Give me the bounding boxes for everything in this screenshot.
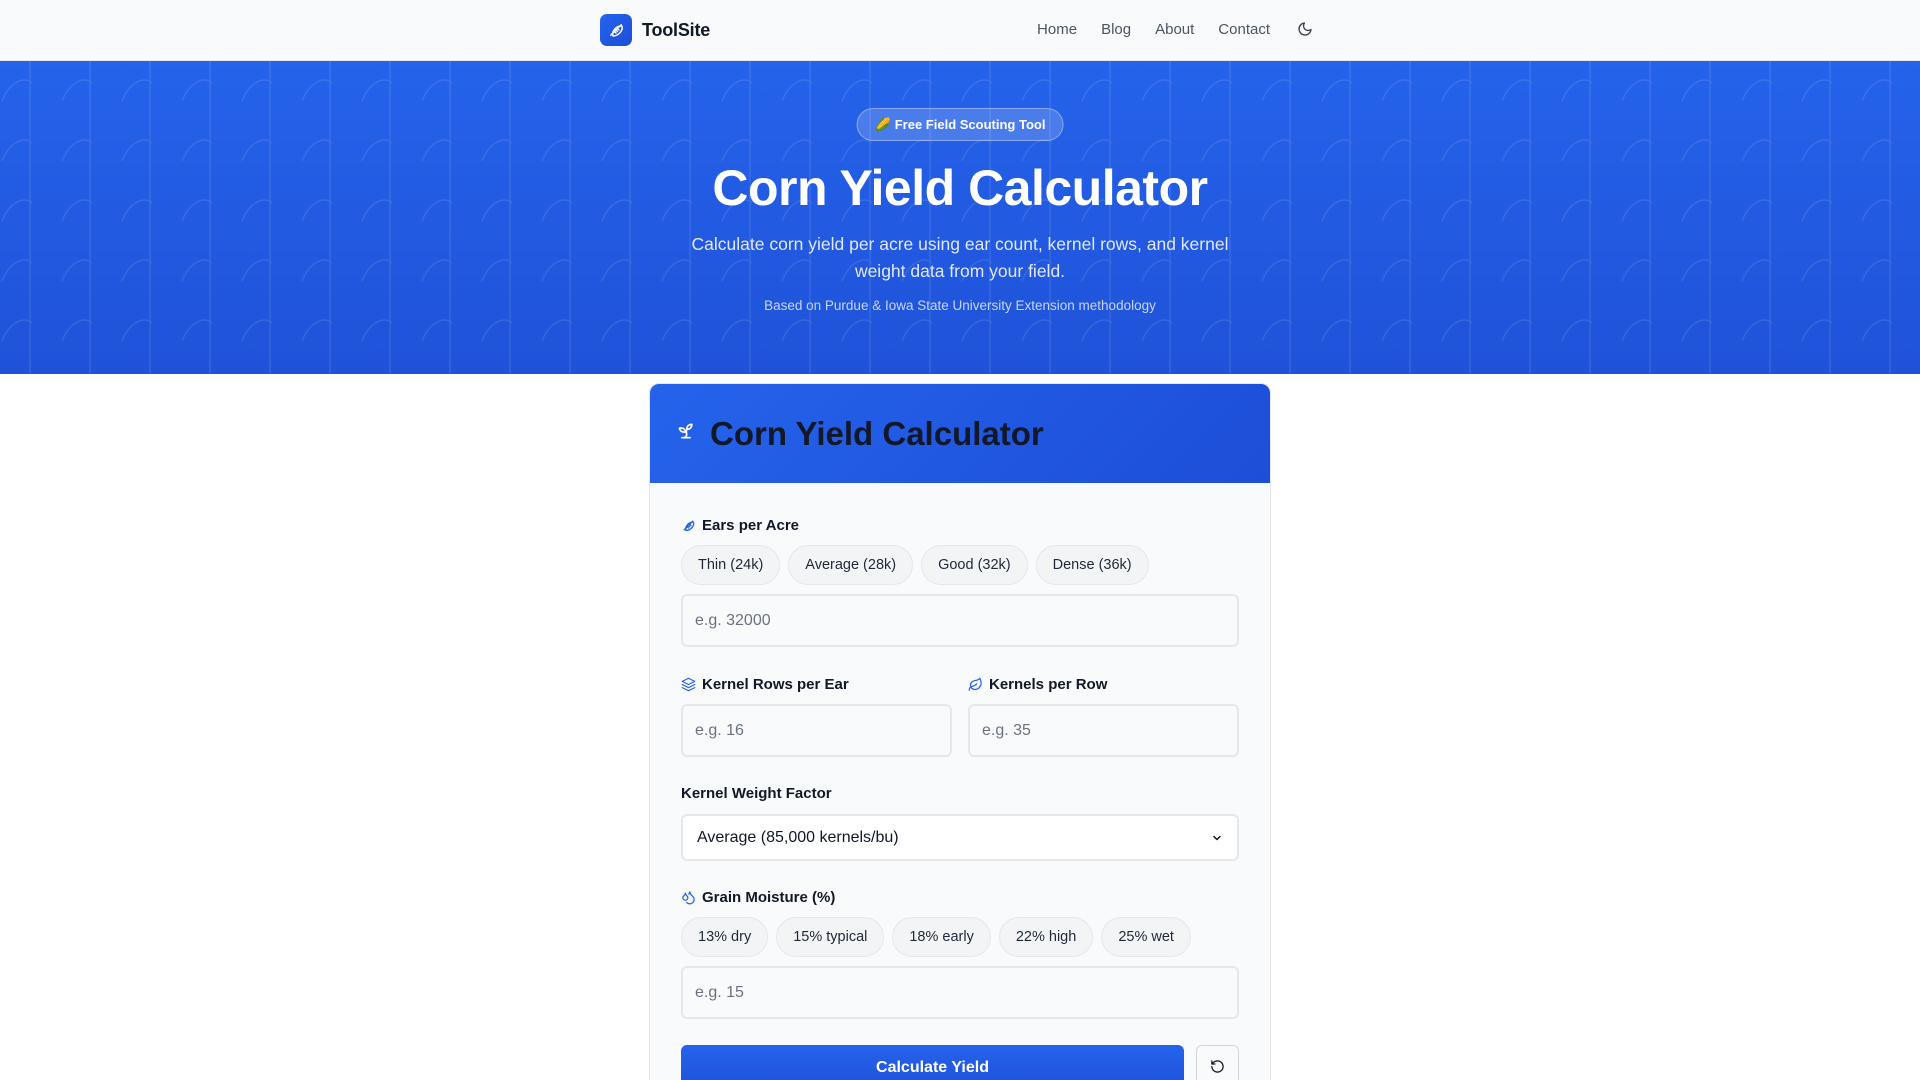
moisture-chip-25[interactable]: 25% wet [1101,917,1191,957]
kernel-weight-label-text: Kernel Weight Factor [681,785,832,802]
corn-logo-icon [600,14,632,46]
leaf-icon [968,677,982,691]
top-navbar: ToolSite Home Blog About Contact [0,0,1920,61]
kernel-rows-label-text: Kernel Rows per Ear [702,676,849,693]
corn-emoji-icon: 🌽 [874,116,891,132]
grain-moisture-label-text: Grain Moisture (%) [702,889,836,906]
rotate-ccw-icon [1211,1060,1224,1073]
nav-blog-link[interactable]: Blog [1101,21,1131,38]
calculator-title: Corn Yield Calculator [710,414,1044,452]
reset-button[interactable] [1196,1045,1239,1080]
hero-badge-text: Free Field Scouting Tool [894,117,1046,132]
calculator-header: Corn Yield Calculator [650,384,1270,483]
hero-title: Corn Yield Calculator [712,160,1208,216]
kernels-per-row-label: Kernels per Row [968,676,1107,693]
hero-badge: 🌽 Free Field Scouting Tool [856,108,1064,141]
moisture-preset-chips: 13% dry 15% typical 18% early 22% high 2… [681,917,1191,957]
hero-subtitle: Calculate corn yield per acre using ear … [691,234,1229,281]
grain-moisture-input[interactable] [681,966,1239,1019]
kernel-weight-label: Kernel Weight Factor [681,785,832,802]
kernel-rows-input[interactable] [681,704,952,757]
hero-section: 🌽 Free Field Scouting Tool Corn Yield Ca… [0,61,1920,374]
ears-chip-average[interactable]: Average (28k) [788,545,914,585]
moisture-chip-15[interactable]: 15% typical [776,917,885,957]
ears-chip-dense[interactable]: Dense (36k) [1035,545,1149,585]
hero-methodology-note: Based on Purdue & Iowa State University … [764,298,1156,313]
ears-per-acre-label-text: Ears per Acre [702,517,800,534]
ears-chip-good[interactable]: Good (32k) [921,545,1028,585]
nav-contact-link[interactable]: Contact [1218,21,1270,38]
kernel-weight-selected: Average (85,000 kernels/bu) [697,828,899,846]
nav-links: Home Blog About Contact [1037,20,1314,38]
nav-home-link[interactable]: Home [1037,21,1077,38]
corn-icon [683,520,695,532]
ears-chip-thin[interactable]: Thin (24k) [681,545,781,585]
kernel-rows-label: Kernel Rows per Ear [681,676,849,693]
calculate-yield-button[interactable]: Calculate Yield [681,1045,1184,1080]
kernels-per-row-input[interactable] [968,704,1239,757]
moisture-chip-18[interactable]: 18% early [892,917,991,957]
kernels-per-row-label-text: Kernels per Row [989,676,1108,693]
nav-about-link[interactable]: About [1155,21,1194,38]
moisture-chip-22[interactable]: 22% high [998,917,1094,957]
ears-preset-chips: Thin (24k) Average (28k) Good (32k) Dens… [681,545,1149,585]
layers-icon [681,677,696,692]
grain-moisture-label: Grain Moisture (%) [681,889,835,906]
droplets-icon [682,891,695,905]
chevron-down-icon [1213,835,1221,840]
kernel-weight-select[interactable]: Average (85,000 kernels/bu) [681,814,1239,861]
calculator-card: Corn Yield Calculator Ears per Acre Thin… [649,383,1271,1080]
moisture-chip-13[interactable]: 13% dry [681,917,769,957]
brand[interactable]: ToolSite [600,14,710,46]
sprout-icon [676,421,696,446]
ears-per-acre-input[interactable] [681,594,1239,647]
brand-name: ToolSite [642,19,711,40]
ears-per-acre-label: Ears per Acre [681,517,799,534]
moon-icon[interactable] [1296,20,1314,38]
